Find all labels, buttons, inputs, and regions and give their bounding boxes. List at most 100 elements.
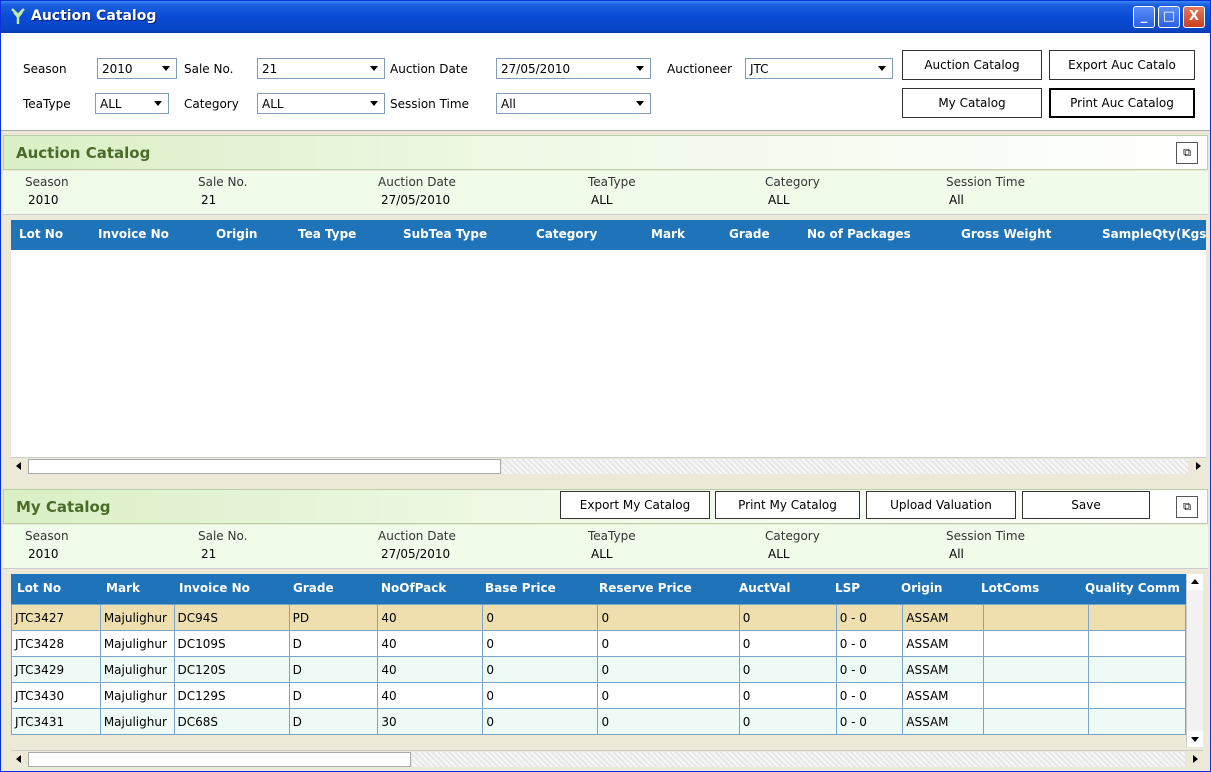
export-my-catalog-button[interactable]: Export My Catalog: [560, 491, 710, 519]
auction-catalog-button[interactable]: Auction Catalog: [902, 50, 1042, 80]
column-header[interactable]: LSP: [835, 581, 860, 595]
table-cell[interactable]: [1088, 656, 1186, 683]
scroll-thumb[interactable]: [28, 459, 501, 474]
table-cell[interactable]: 0 - 0: [835, 682, 904, 709]
column-header[interactable]: Lot No: [17, 581, 61, 595]
auction-grid-body[interactable]: [11, 250, 1206, 457]
scroll-track[interactable]: [502, 459, 1188, 474]
table-cell[interactable]: 0: [738, 604, 837, 631]
table-cell[interactable]: [1088, 682, 1186, 709]
table-cell[interactable]: Majulighur: [99, 708, 175, 735]
scroll-left-icon[interactable]: [11, 752, 27, 767]
table-cell[interactable]: Majulighur: [99, 682, 175, 709]
table-cell[interactable]: 40: [377, 656, 484, 683]
my-catalog-button[interactable]: My Catalog: [902, 88, 1042, 118]
save-button[interactable]: Save: [1022, 491, 1150, 519]
teatype-combo[interactable]: ALL: [95, 93, 169, 114]
column-header[interactable]: Quality Comm: [1085, 581, 1180, 595]
table-cell[interactable]: 0 - 0: [835, 708, 904, 735]
scroll-right-icon[interactable]: [1190, 459, 1206, 474]
table-cell[interactable]: 0: [597, 708, 740, 735]
column-header[interactable]: Invoice No: [179, 581, 250, 595]
column-header[interactable]: Grade: [729, 227, 770, 241]
table-cell[interactable]: D: [288, 682, 379, 709]
table-cell[interactable]: [1088, 604, 1186, 631]
scroll-track[interactable]: [412, 752, 1185, 767]
auction-hscroll[interactable]: [11, 457, 1206, 474]
table-cell[interactable]: ASSAM: [902, 630, 985, 657]
table-cell[interactable]: 0: [738, 682, 837, 709]
table-cell[interactable]: 0 - 0: [835, 630, 904, 657]
saleno-combo[interactable]: 21: [257, 58, 385, 79]
table-cell[interactable]: PD: [288, 604, 379, 631]
auctioneer-combo[interactable]: JTC: [745, 58, 893, 79]
table-cell[interactable]: ASSAM: [902, 708, 985, 735]
table-cell[interactable]: 40: [377, 604, 484, 631]
scroll-thumb[interactable]: [28, 752, 411, 767]
auction-date-combo[interactable]: 27/05/2010: [496, 58, 651, 79]
maximize-button[interactable]: □: [1158, 6, 1180, 28]
table-cell[interactable]: 0: [597, 630, 740, 657]
column-header[interactable]: NoOfPack: [381, 581, 446, 595]
column-header[interactable]: Mark: [651, 227, 685, 241]
table-row[interactable]: JTC3428 Majulighur DC109S D 40 0 0 0 0 - 0 ASSAM: [11, 630, 1186, 657]
table-cell[interactable]: 30: [377, 708, 484, 735]
print-my-catalog-button[interactable]: Print My Catalog: [715, 491, 860, 519]
table-cell[interactable]: 40: [377, 630, 484, 657]
minimize-button[interactable]: _: [1133, 6, 1155, 28]
table-cell[interactable]: D: [288, 656, 379, 683]
column-header[interactable]: Tea Type: [298, 227, 356, 241]
table-cell[interactable]: 0: [482, 708, 599, 735]
dropdown-arrow-icon[interactable]: [150, 95, 167, 112]
column-header[interactable]: SampleQty(Kgs): [1102, 227, 1206, 241]
table-row[interactable]: JTC3430 Majulighur DC129S D 40 0 0 0 0 - 0 ASSAM: [11, 682, 1186, 709]
table-cell[interactable]: 0: [482, 630, 599, 657]
print-auc-catalog-button[interactable]: Print Auc Catalog: [1049, 88, 1195, 118]
table-cell[interactable]: 40: [377, 682, 484, 709]
dropdown-arrow-icon[interactable]: [874, 60, 891, 77]
table-cell[interactable]: [983, 682, 1090, 709]
table-cell[interactable]: JTC3428: [11, 630, 101, 657]
table-cell[interactable]: 0: [597, 656, 740, 683]
my-vscroll[interactable]: [1186, 574, 1203, 747]
column-header[interactable]: Invoice No: [98, 227, 169, 241]
column-header[interactable]: Grade: [293, 581, 334, 595]
upload-valuation-button[interactable]: Upload Valuation: [866, 491, 1016, 519]
table-cell[interactable]: JTC3430: [11, 682, 101, 709]
column-header[interactable]: No of Packages: [807, 227, 911, 241]
table-cell[interactable]: D: [288, 708, 379, 735]
table-cell[interactable]: DC109S: [173, 630, 290, 657]
column-header[interactable]: Reserve Price: [599, 581, 692, 595]
table-cell[interactable]: 0: [597, 604, 740, 631]
dropdown-arrow-icon[interactable]: [366, 60, 383, 77]
table-cell[interactable]: JTC3429: [11, 656, 101, 683]
column-header[interactable]: Lot No: [19, 227, 63, 241]
restore-window-icon[interactable]: ⧉: [1176, 496, 1198, 518]
table-cell[interactable]: 0 - 0: [835, 656, 904, 683]
column-header[interactable]: Origin: [216, 227, 257, 241]
table-cell[interactable]: 0: [482, 656, 599, 683]
dropdown-arrow-icon[interactable]: [632, 95, 649, 112]
scroll-up-icon[interactable]: [1187, 574, 1203, 590]
table-cell[interactable]: ASSAM: [902, 682, 985, 709]
table-cell[interactable]: ASSAM: [902, 604, 985, 631]
my-hscroll[interactable]: [11, 750, 1203, 767]
table-cell[interactable]: 0: [738, 708, 837, 735]
table-cell[interactable]: Majulighur: [99, 604, 175, 631]
table-cell[interactable]: JTC3427: [11, 604, 101, 631]
table-cell[interactable]: DC120S: [173, 656, 290, 683]
column-header[interactable]: Mark: [106, 581, 140, 595]
column-header[interactable]: Origin: [901, 581, 942, 595]
table-cell[interactable]: 0: [482, 604, 599, 631]
table-cell[interactable]: Majulighur: [99, 656, 175, 683]
export-auc-catalog-button[interactable]: Export Auc Catalo: [1049, 50, 1195, 80]
table-row[interactable]: JTC3431 Majulighur DC68S D 30 0 0 0 0 - 0 ASSAM: [11, 708, 1186, 735]
table-cell[interactable]: [1088, 630, 1186, 657]
table-cell[interactable]: 0 - 0: [835, 604, 904, 631]
title-bar[interactable]: Auction Catalog _ □ X: [1, 1, 1210, 33]
table-cell[interactable]: [983, 656, 1090, 683]
table-cell[interactable]: D: [288, 630, 379, 657]
season-combo[interactable]: 2010: [97, 58, 177, 79]
table-cell[interactable]: [983, 630, 1090, 657]
session-combo[interactable]: All: [496, 93, 651, 114]
